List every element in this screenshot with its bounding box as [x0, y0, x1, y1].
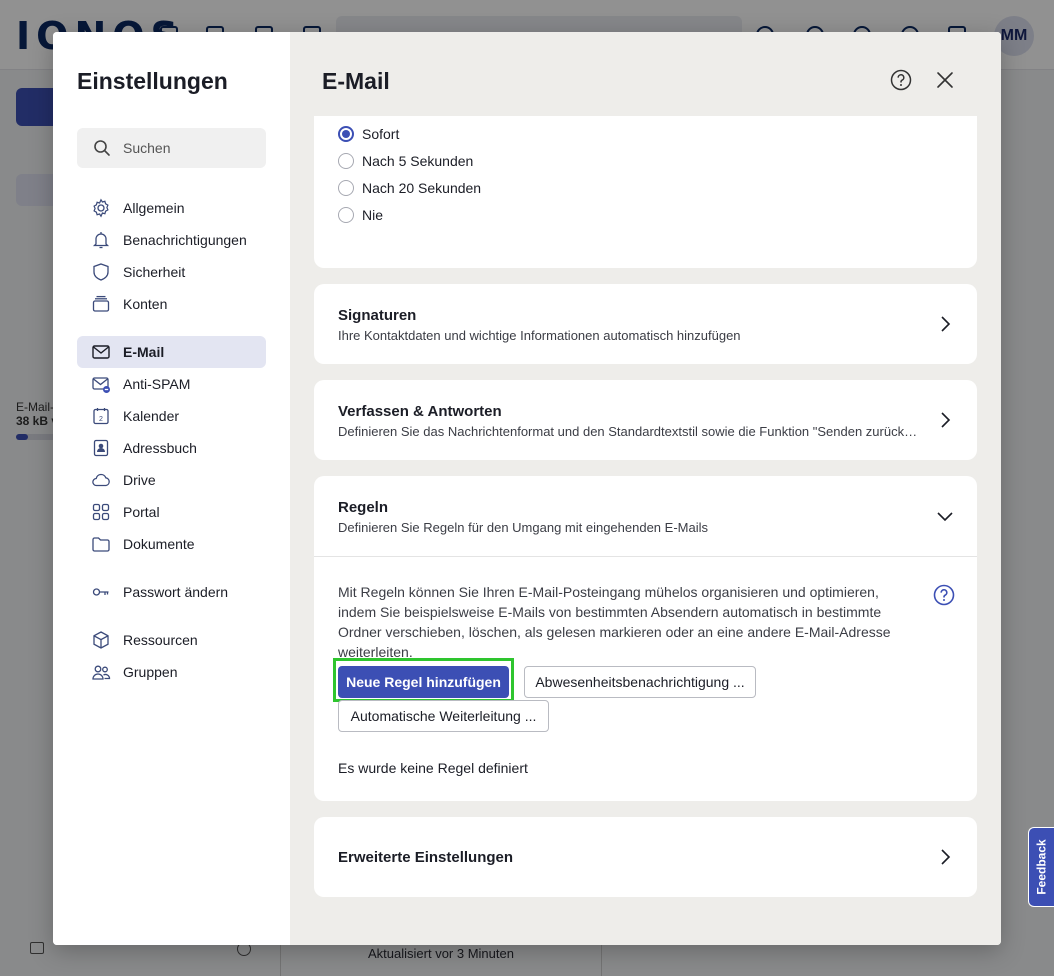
nav-item-sicherheit[interactable]: Sicherheit — [77, 256, 266, 288]
nav-item-label: Benachrichtigungen — [123, 232, 247, 248]
nav-group-password: Passwort ändern — [77, 576, 266, 608]
chevron-right-icon — [941, 849, 951, 865]
feedback-tab[interactable]: Feedback — [1028, 827, 1054, 907]
advanced-settings-card[interactable]: Erweiterte Einstellungen — [314, 817, 977, 897]
radio-icon[interactable] — [338, 207, 354, 223]
nav-item-label: Gruppen — [123, 664, 178, 680]
rules-subtitle: Definieren Sie Regeln für den Umgang mit… — [338, 520, 708, 535]
nav-item-passwort[interactable]: Passwort ändern — [77, 576, 266, 608]
nav-item-label: E-Mail — [123, 344, 165, 360]
anti-spam-icon — [91, 374, 111, 394]
key-icon — [91, 582, 111, 602]
signatures-title: Signaturen — [338, 307, 417, 324]
help-icon[interactable] — [933, 584, 955, 606]
nav-item-drive[interactable]: Drive — [77, 464, 266, 496]
search-input[interactable] — [123, 140, 253, 156]
signatures-subtitle: Ihre Kontaktdaten und wichtige Informati… — [338, 328, 741, 343]
cloud-icon — [91, 470, 111, 490]
nav-item-label: Konten — [123, 296, 168, 312]
radio-label: Nach 20 Sekunden — [362, 180, 482, 196]
mail-icon — [91, 342, 111, 362]
close-icon — [937, 72, 953, 88]
radio-option-sofort[interactable]: Sofort — [338, 126, 399, 142]
nav-item-label: Adressbuch — [123, 440, 197, 456]
nav-item-dokumente[interactable]: Dokumente — [77, 528, 266, 560]
compose-title: Verfassen & Antworten — [338, 403, 502, 420]
bell-icon — [91, 230, 111, 250]
vacation-notice-button[interactable]: Abwesenheitsbenachrichtigung ... — [524, 666, 756, 698]
gear-icon — [91, 198, 111, 218]
search-icon — [93, 139, 111, 157]
radio-label: Sofort — [362, 126, 400, 142]
nav-item-portal[interactable]: Portal — [77, 496, 266, 528]
nav-item-label: Dokumente — [123, 536, 195, 552]
radio-selected-icon[interactable] — [338, 126, 354, 142]
nav-item-label: Portal — [123, 504, 160, 520]
rules-title: Regeln — [338, 499, 389, 516]
content-scroll-area[interactable]: Sofort Nach 5 Sekunden Nach 20 Sekunden … — [314, 116, 977, 945]
shield-icon — [91, 262, 111, 282]
close-button[interactable] — [931, 66, 959, 94]
compose-card[interactable]: Verfassen & Antworten Definieren Sie das… — [314, 380, 977, 460]
compose-subtitle: Definieren Sie das Nachrichtenformat und… — [338, 424, 924, 439]
chevron-right-icon — [941, 316, 951, 332]
undo-send-card: Sofort Nach 5 Sekunden Nach 20 Sekunden … — [314, 116, 977, 268]
settings-nav: Einstellungen Allgemein Benachrichtigung… — [53, 32, 290, 945]
calendar-icon: 2 — [91, 406, 111, 426]
cube-icon — [91, 630, 111, 650]
group-icon — [91, 662, 111, 682]
nav-item-label: Anti-SPAM — [123, 376, 191, 392]
nav-item-label: Sicherheit — [123, 264, 186, 280]
radio-icon[interactable] — [338, 180, 354, 196]
nav-item-konten[interactable]: Konten — [77, 288, 266, 320]
rules-divider — [314, 556, 977, 557]
nav-item-label: Ressourcen — [123, 632, 198, 648]
nav-item-label: Kalender — [123, 408, 180, 424]
no-rules-text: Es wurde keine Regel definiert — [338, 760, 528, 776]
nav-item-anti-spam[interactable]: Anti-SPAM — [77, 368, 266, 400]
radio-label: Nach 5 Sekunden — [362, 153, 474, 169]
settings-search[interactable] — [77, 128, 266, 168]
nav-item-ressourcen[interactable]: Ressourcen — [77, 624, 266, 656]
accounts-icon — [91, 294, 111, 314]
nav-item-kalender[interactable]: 2 Kalender — [77, 400, 266, 432]
rules-header[interactable]: Regeln Definieren Sie Regeln für den Umg… — [314, 476, 977, 556]
nav-item-label: Drive — [123, 472, 156, 488]
advanced-title: Erweiterte Einstellungen — [338, 849, 514, 866]
auto-forward-button[interactable]: Automatische Weiterleitung ... — [338, 700, 549, 732]
svg-text:2: 2 — [99, 416, 103, 423]
chevron-right-icon — [941, 412, 951, 428]
nav-item-gruppen[interactable]: Gruppen — [77, 656, 266, 688]
nav-item-adressbuch[interactable]: Adressbuch — [77, 432, 266, 464]
nav-group-resources: Ressourcen Gruppen — [77, 624, 266, 688]
nav-item-benachrichtigungen[interactable]: Benachrichtigungen — [77, 224, 266, 256]
radio-option-nie[interactable]: Nie — [338, 207, 383, 223]
settings-dialog: Einstellungen Allgemein Benachrichtigung… — [53, 32, 1001, 945]
page-title: E-Mail — [322, 68, 390, 94]
grid-icon — [91, 502, 111, 522]
rules-description: Mit Regeln können Sie Ihren E-Mail-Poste… — [338, 584, 891, 660]
nav-item-allgemein[interactable]: Allgemein — [77, 192, 266, 224]
help-button[interactable] — [887, 66, 915, 94]
chevron-down-icon — [937, 512, 953, 522]
addressbook-icon — [91, 438, 111, 458]
settings-content: Sofort Nach 5 Sekunden Nach 20 Sekunden … — [290, 32, 1001, 945]
content-header: E-Mail — [290, 32, 1001, 116]
nav-item-label: Passwort ändern — [123, 584, 229, 600]
settings-title: Einstellungen — [77, 68, 228, 94]
nav-item-label: Allgemein — [123, 200, 185, 216]
radio-icon[interactable] — [338, 153, 354, 169]
radio-label: Nie — [362, 207, 384, 223]
nav-group-apps: E-Mail Anti-SPAM 2 Kalender Adressbuch D… — [77, 336, 266, 560]
nav-item-email[interactable]: E-Mail — [77, 336, 266, 368]
nav-group-general: Allgemein Benachrichtigungen Sicherheit … — [77, 192, 266, 320]
question-icon — [890, 69, 912, 91]
add-rule-button[interactable]: Neue Regel hinzufügen — [338, 666, 509, 698]
feedback-label: Feedback — [1034, 839, 1049, 895]
rules-card: Regeln Definieren Sie Regeln für den Umg… — [314, 476, 977, 801]
folder-icon — [91, 534, 111, 554]
signatures-card[interactable]: Signaturen Ihre Kontaktdaten und wichtig… — [314, 284, 977, 364]
radio-option-20s[interactable]: Nach 20 Sekunden — [338, 180, 481, 196]
radio-option-5s[interactable]: Nach 5 Sekunden — [338, 153, 473, 169]
